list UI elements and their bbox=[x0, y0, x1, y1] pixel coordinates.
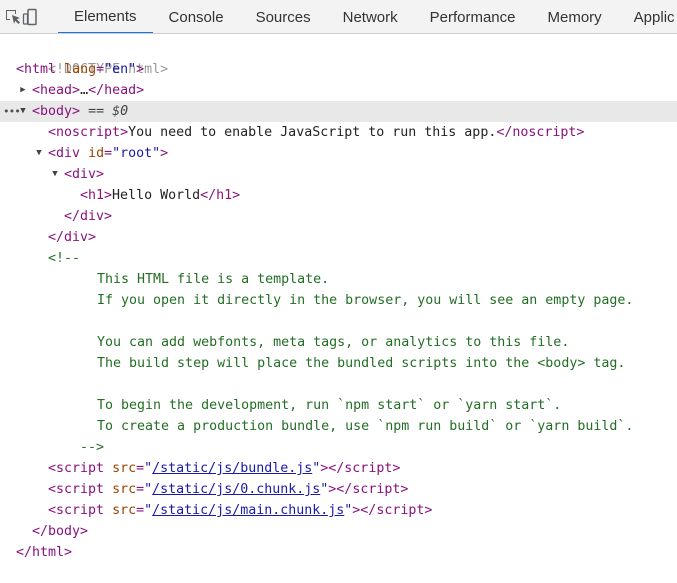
devtools-toolbar: Elements Console Sources Network Perform… bbox=[0, 0, 677, 34]
body-node-selected[interactable]: ••• ▼ <body> == $0 bbox=[0, 101, 677, 122]
html-lang-attr: lang bbox=[64, 62, 97, 77]
tab-elements[interactable]: Elements bbox=[58, 0, 153, 33]
script-src-link[interactable]: /static/js/0.chunk.js bbox=[152, 482, 320, 497]
div-root-node[interactable]: ▼ <div id="root"> bbox=[0, 143, 677, 164]
noscript-node[interactable]: <noscript>You need to enable JavaScript … bbox=[0, 122, 677, 143]
tab-sources[interactable]: Sources bbox=[240, 0, 327, 33]
script-node[interactable]: <script src="/static/js/main.chunk.js"><… bbox=[0, 500, 677, 521]
script-src-link[interactable]: /static/js/bundle.js bbox=[152, 461, 312, 476]
body-close[interactable]: </body> bbox=[0, 521, 677, 542]
div-inner-close[interactable]: </div> bbox=[0, 206, 677, 227]
script-tag-name: script bbox=[56, 503, 105, 518]
comment-line-text: To begin the development, run `npm start… bbox=[97, 398, 562, 413]
noscript-text: You need to enable JavaScript to run thi… bbox=[128, 125, 497, 140]
tab-performance[interactable]: Performance bbox=[414, 0, 532, 33]
script-src-attr: src bbox=[112, 461, 137, 476]
comment-line bbox=[0, 374, 677, 395]
comment-line: The build step will place the bundled sc… bbox=[0, 353, 677, 374]
comment-close-text: --> bbox=[80, 440, 105, 455]
script-close-tag: script bbox=[344, 461, 393, 476]
div-root-tag-name: div bbox=[56, 146, 81, 161]
head-ellipsis[interactable]: … bbox=[80, 83, 88, 98]
script-tag-name: script bbox=[56, 482, 105, 497]
tab-memory[interactable]: Memory bbox=[532, 0, 618, 33]
tab-application[interactable]: Applic bbox=[618, 0, 677, 33]
html-node[interactable]: <html lang="en"> bbox=[0, 59, 677, 80]
comment-open[interactable]: <!-- bbox=[0, 248, 677, 269]
div-root-attr: id bbox=[88, 146, 105, 161]
comment-line-text: The build step will place the bundled sc… bbox=[97, 356, 626, 371]
comment-line-text: To create a production bundle, use `npm … bbox=[97, 419, 634, 434]
script-tag-name: script bbox=[56, 461, 105, 476]
html-tag-name: html bbox=[24, 62, 57, 77]
script-src-attr: src bbox=[112, 482, 137, 497]
tab-console[interactable]: Console bbox=[153, 0, 240, 33]
script-node[interactable]: <script src="/static/js/0.chunk.js"></sc… bbox=[0, 479, 677, 500]
html-open-bracket: < bbox=[16, 62, 25, 77]
head-close-tag: head bbox=[104, 83, 137, 98]
comment-line-text: You can add webfonts, meta tags, or anal… bbox=[97, 335, 570, 350]
tab-network[interactable]: Network bbox=[327, 0, 414, 33]
selected-marker: == $0 bbox=[88, 104, 129, 119]
body-close-tag: body bbox=[48, 524, 81, 539]
comment-line: This HTML file is a template. bbox=[0, 269, 677, 290]
comment-open-text: <!-- bbox=[48, 251, 81, 266]
script-src-link[interactable]: /static/js/main.chunk.js bbox=[152, 503, 344, 518]
body-tag-name: body bbox=[40, 104, 73, 119]
html-close[interactable]: </html> bbox=[0, 542, 677, 563]
div-inner-tag-name: div bbox=[72, 167, 97, 182]
html-lang-value: en bbox=[112, 62, 129, 77]
collapse-triangle-icon[interactable]: ▼ bbox=[18, 101, 28, 122]
div-root-value: root bbox=[120, 146, 153, 161]
head-node[interactable]: ▶ <head>…</head> bbox=[0, 80, 677, 101]
comment-line: To create a production bundle, use `npm … bbox=[0, 416, 677, 437]
noscript-tag-name: noscript bbox=[56, 125, 121, 140]
comment-line bbox=[0, 311, 677, 332]
h1-close-tag: h1 bbox=[216, 188, 233, 203]
div-inner-close-tag: div bbox=[80, 209, 105, 224]
script-close-tag: script bbox=[376, 503, 425, 518]
doctype-node[interactable]: <!DOCTYPE html> bbox=[0, 38, 677, 77]
script-close-tag: script bbox=[352, 482, 401, 497]
div-inner-node[interactable]: ▼ <div> bbox=[0, 164, 677, 185]
comment-line-text: This HTML file is a template. bbox=[97, 272, 330, 287]
collapse-triangle-icon[interactable]: ▼ bbox=[50, 164, 60, 185]
noscript-close-tag: noscript bbox=[512, 125, 577, 140]
comment-line: You can add webfonts, meta tags, or anal… bbox=[0, 332, 677, 353]
div-root-close[interactable]: </div> bbox=[0, 227, 677, 248]
comment-line: To begin the development, run `npm start… bbox=[0, 395, 677, 416]
div-root-close-tag: div bbox=[64, 230, 89, 245]
h1-tag-name: h1 bbox=[88, 188, 105, 203]
h1-text: Hello World bbox=[112, 188, 201, 203]
html-close-tag: html bbox=[32, 545, 65, 560]
comment-close: --> bbox=[0, 437, 677, 458]
script-node[interactable]: <script src="/static/js/bundle.js"></scr… bbox=[0, 458, 677, 479]
comment-line: If you open it directly in the browser, … bbox=[0, 290, 677, 311]
expand-triangle-icon[interactable]: ▶ bbox=[18, 80, 28, 101]
device-toolbar-icon[interactable] bbox=[22, 0, 40, 33]
inspect-element-icon[interactable] bbox=[4, 0, 22, 33]
script-src-attr: src bbox=[112, 503, 137, 518]
head-tag-name: head bbox=[40, 83, 73, 98]
comment-line-text: If you open it directly in the browser, … bbox=[97, 293, 634, 308]
dom-tree: <!DOCTYPE html> <html lang="en"> ▶ <head>… bbox=[0, 34, 677, 563]
h1-node[interactable]: <h1>Hello World</h1> bbox=[0, 185, 677, 206]
collapse-triangle-icon[interactable]: ▼ bbox=[34, 143, 44, 164]
